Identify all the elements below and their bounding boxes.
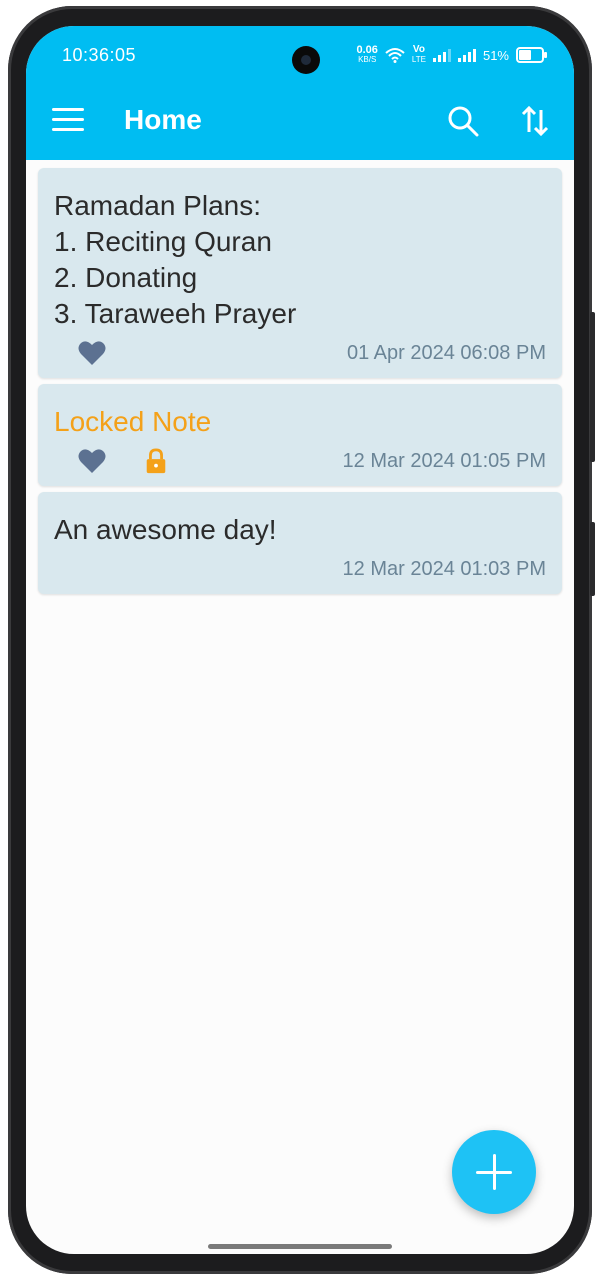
note-meta: 01 Apr 2024 06:08 PM	[38, 332, 562, 378]
phone-frame: 10:36:05 0.06 KB/S Vo LTE 51% Home Ramad…	[8, 6, 595, 1274]
search-icon[interactable]	[446, 104, 480, 138]
page-title: Home	[124, 104, 202, 135]
note-text: Locked Note	[54, 406, 212, 437]
note-meta: 12 Mar 2024 01:05 PM	[38, 440, 562, 486]
wifi-icon	[385, 48, 405, 63]
volte-indicator: Vo LTE	[412, 45, 426, 65]
note-card[interactable]: An awesome day! 12 Mar 2024 01:03 PM	[38, 492, 562, 594]
power-button	[590, 522, 595, 596]
signal-icon-sim1	[432, 48, 451, 62]
volte-top: Vo	[412, 44, 425, 55]
menu-icon[interactable]	[52, 108, 84, 132]
note-date: 01 Apr 2024 06:08 PM	[346, 342, 546, 364]
note-icons	[78, 448, 170, 474]
note-card[interactable]: Locked Note 12 Mar 2024 01:05 PM	[38, 384, 562, 486]
heart-icon[interactable]	[78, 340, 106, 366]
status-icons: 0.06 KB/S Vo LTE 51%	[356, 44, 547, 66]
lock-icon	[146, 448, 166, 474]
network-speed-value: 0.06	[356, 44, 378, 56]
status-bar: 10:36:05 0.06 KB/S Vo LTE 51%	[26, 26, 574, 82]
note-meta: 12 Mar 2024 01:03 PM	[38, 548, 562, 594]
heart-icon[interactable]	[78, 448, 106, 474]
note-text: Ramadan Plans: 1. Reciting Quran 2. Dona…	[54, 190, 297, 329]
status-time: 10:36:05	[62, 45, 137, 65]
home-indicator[interactable]	[208, 1244, 392, 1249]
network-speed-unit: KB/S	[358, 55, 377, 64]
screen: 10:36:05 0.06 KB/S Vo LTE 51% Home Ramad…	[26, 26, 574, 1254]
note-icons	[78, 340, 106, 366]
add-note-button[interactable]	[452, 1130, 536, 1214]
front-camera	[292, 46, 320, 74]
volume-button	[590, 312, 595, 462]
signal-icon-sim2	[457, 48, 476, 62]
network-speed: 0.06 KB/S	[356, 45, 377, 65]
sort-icon[interactable]	[520, 104, 550, 138]
note-text: An awesome day!	[54, 514, 277, 545]
battery-percent: 51%	[482, 47, 509, 63]
note-date: 12 Mar 2024 01:03 PM	[342, 558, 546, 580]
notes-list: Ramadan Plans: 1. Reciting Quran 2. Dona…	[38, 168, 562, 600]
note-date: 12 Mar 2024 01:05 PM	[342, 450, 546, 472]
note-card[interactable]: Ramadan Plans: 1. Reciting Quran 2. Dona…	[38, 168, 562, 378]
app-bar: Home	[26, 82, 574, 160]
battery-icon	[516, 47, 547, 63]
volte-bottom: LTE	[411, 55, 426, 64]
